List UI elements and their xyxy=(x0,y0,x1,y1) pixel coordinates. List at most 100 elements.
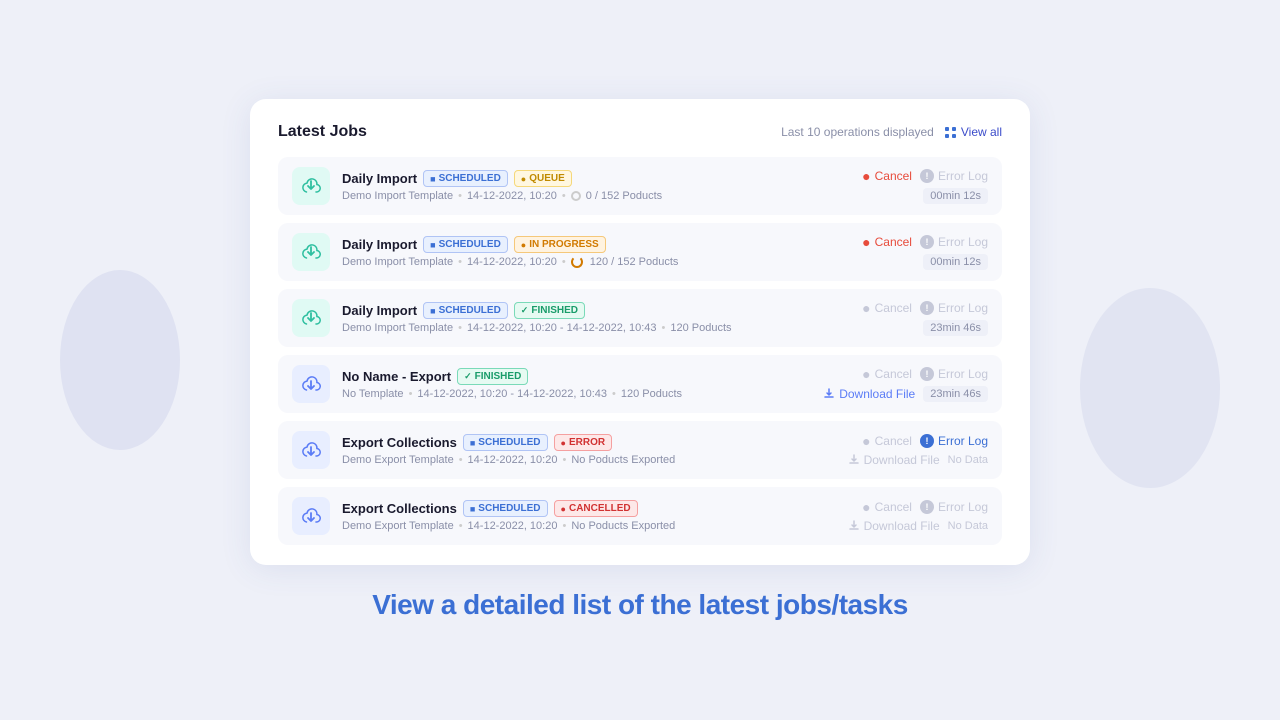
table-row: No Name - Export ✓ FINISHED No Template•14… xyxy=(278,355,1002,413)
badge-scheduled-1: ■ SCHEDULED xyxy=(423,236,508,253)
job-info-0: Daily Import■ SCHEDULED● QUEUEDemo Impor… xyxy=(342,170,806,202)
cloud-upload-icon xyxy=(300,241,322,263)
job-template-3: No Template xyxy=(342,388,404,400)
job-list: Daily Import■ SCHEDULED● QUEUEDemo Impor… xyxy=(278,157,1002,545)
time-badge-3: 23min 46s xyxy=(923,386,988,402)
progress-spinner-1 xyxy=(571,256,583,268)
job-meta-3: No Template•14-12-2022, 10:20 - 14-12-20… xyxy=(342,388,806,400)
card-header: Latest Jobs Last 10 operations displayed… xyxy=(278,123,1002,141)
badge-scheduled-0: ■ SCHEDULED xyxy=(423,170,508,187)
card-title: Latest Jobs xyxy=(278,123,367,141)
job-date-2: 14-12-2022, 10:20 - 14-12-2022, 10:43 xyxy=(467,322,657,334)
badge-inprogress-1: ● IN PROGRESS xyxy=(514,236,606,253)
table-row: Daily Import ■ SCHEDULED ✓ FINISHED Demo Im… xyxy=(278,289,1002,347)
job-name-0: Daily Import xyxy=(342,171,417,186)
action-bottom-row-5: Download FileNo Data xyxy=(848,519,988,533)
job-name-2: Daily Import xyxy=(342,303,417,318)
job-actions-1: ● Cancel ! Error Log 00min 12s xyxy=(818,234,988,270)
table-row: Export Collections ■ SCHEDULED ● ERROR Demo… xyxy=(278,421,1002,479)
job-icon-3 xyxy=(292,365,330,403)
cloud-download-icon xyxy=(300,439,322,461)
action-top-row-3: ● Cancel! Error Log xyxy=(862,366,988,382)
error-log-button-5[interactable]: ! Error Log xyxy=(920,500,988,514)
error-log-button-1[interactable]: ! Error Log xyxy=(920,235,988,249)
job-date-1: 14-12-2022, 10:20 xyxy=(467,256,557,268)
job-date-5: 14-12-2022, 10:20 xyxy=(468,520,558,532)
job-name-3: No Name - Export xyxy=(342,369,451,384)
job-template-2: Demo Import Template xyxy=(342,322,453,334)
job-progress-0: 0 / 152 Poducts xyxy=(586,190,662,202)
badge-cancelled-5: ● CANCELLED xyxy=(554,500,638,517)
download-button-4: Download File xyxy=(848,453,940,467)
cancel-button-0[interactable]: ● Cancel xyxy=(862,168,912,184)
error-log-button-3[interactable]: ! Error Log xyxy=(920,367,988,381)
job-info-4: Export Collections ■ SCHEDULED ● ERROR Demo… xyxy=(342,434,806,466)
action-bottom-row-2: 23min 46s xyxy=(923,320,988,336)
job-title-row-1: Daily Import ■ SCHEDULED ● IN PROGRESS xyxy=(342,236,806,253)
download-icon-5 xyxy=(848,520,860,532)
cloud-upload-icon xyxy=(300,307,322,329)
job-actions-5: ● Cancel! Error Log Download FileNo Data xyxy=(818,499,988,533)
badge-scheduled-4: ■ SCHEDULED xyxy=(463,434,548,451)
time-badge-1: 00min 12s xyxy=(923,254,988,270)
job-date-4: 14-12-2022, 10:20 xyxy=(468,454,558,466)
download-button-3[interactable]: Download File xyxy=(823,387,915,401)
job-actions-2: ● Cancel ! Error Log 23min 46s xyxy=(818,300,988,336)
error-log-button-0[interactable]: ! Error Log xyxy=(920,169,988,183)
action-bottom-row-1: 00min 12s xyxy=(923,254,988,270)
blob-right xyxy=(1080,288,1220,488)
badge-error-4: ● ERROR xyxy=(554,434,613,451)
job-template-5: Demo Export Template xyxy=(342,520,454,532)
job-title-row-5: Export Collections ■ SCHEDULED ● CANCELLED xyxy=(342,500,806,517)
job-meta-4: Demo Export Template•14-12-2022, 10:20•N… xyxy=(342,454,806,466)
time-badge-0: 00min 12s xyxy=(923,188,988,204)
cancel-button-2: ● Cancel xyxy=(862,300,912,316)
cancel-button-1[interactable]: ● Cancel xyxy=(862,234,912,250)
cloud-download-icon xyxy=(300,373,322,395)
view-all-icon xyxy=(944,126,957,139)
no-data-5: No Data xyxy=(948,520,988,532)
job-name-1: Daily Import xyxy=(342,237,417,252)
job-template-0: Demo Import Template xyxy=(342,190,453,202)
job-actions-0: ● Cancel ! Error Log 00min 12s xyxy=(818,168,988,204)
job-progress-5: No Poducts Exported xyxy=(571,520,675,532)
jobs-card: Latest Jobs Last 10 operations displayed… xyxy=(250,99,1030,565)
job-date-0: 14-12-2022, 10:20 xyxy=(467,190,557,202)
job-info-3: No Name - Export ✓ FINISHED No Template•14… xyxy=(342,368,806,400)
action-bottom-row-0: 00min 12s xyxy=(923,188,988,204)
job-icon-2 xyxy=(292,299,330,337)
meta-text: Last 10 operations displayed xyxy=(781,125,934,139)
job-template-4: Demo Export Template xyxy=(342,454,454,466)
job-icon-5 xyxy=(292,497,330,535)
error-log-button-2[interactable]: ! Error Log xyxy=(920,301,988,315)
download-icon-4 xyxy=(848,454,860,466)
time-badge-2: 23min 46s xyxy=(923,320,988,336)
progress-circle-0 xyxy=(571,191,581,201)
job-title-row-0: Daily Import■ SCHEDULED● QUEUE xyxy=(342,170,806,187)
page-wrapper: Latest Jobs Last 10 operations displayed… xyxy=(0,0,1280,720)
action-top-row-4: ● Cancel! Error Log xyxy=(862,433,988,449)
job-progress-3: 120 Poducts xyxy=(621,388,682,400)
action-top-row-5: ● Cancel! Error Log xyxy=(862,499,988,515)
job-name-4: Export Collections xyxy=(342,435,457,450)
badge-finished-2: ✓ FINISHED xyxy=(514,302,585,319)
badge-scheduled-2: ■ SCHEDULED xyxy=(423,302,508,319)
job-date-3: 14-12-2022, 10:20 - 14-12-2022, 10:43 xyxy=(417,388,607,400)
job-meta-2: Demo Import Template•14-12-2022, 10:20 -… xyxy=(342,322,806,334)
job-progress-4: No Poducts Exported xyxy=(571,454,675,466)
cloud-download-icon xyxy=(300,505,322,527)
job-progress-2: 120 Poducts xyxy=(670,322,731,334)
badge-scheduled-5: ■ SCHEDULED xyxy=(463,500,548,517)
job-progress-1: 120 / 152 Poducts xyxy=(590,256,679,268)
job-icon-4 xyxy=(292,431,330,469)
job-name-5: Export Collections xyxy=(342,501,457,516)
job-title-row-3: No Name - Export ✓ FINISHED xyxy=(342,368,806,385)
view-all-button[interactable]: View all xyxy=(944,125,1002,139)
job-actions-4: ● Cancel! Error Log Download FileNo Data xyxy=(818,433,988,467)
error-log-button-4[interactable]: ! Error Log xyxy=(920,434,988,448)
badge-finished-3: ✓ FINISHED xyxy=(457,368,528,385)
job-info-5: Export Collections ■ SCHEDULED ● CANCELLED… xyxy=(342,500,806,532)
bottom-text: View a detailed list of the latest jobs/… xyxy=(372,589,908,621)
job-actions-3: ● Cancel! Error Log Download File 23min 4… xyxy=(818,366,988,402)
download-icon-3 xyxy=(823,388,835,400)
